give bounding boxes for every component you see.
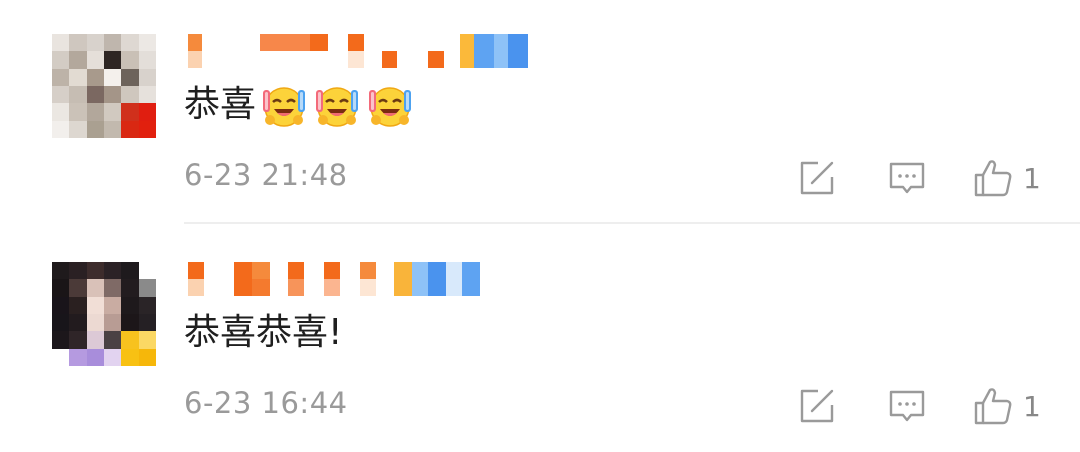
divider bbox=[184, 222, 1080, 224]
like-count: 1 bbox=[1023, 389, 1041, 423]
comment-item: 恭喜 6-23 21:48 1 bbox=[0, 0, 1080, 224]
share-icon bbox=[800, 389, 834, 423]
username-mosaic[interactable] bbox=[188, 262, 548, 298]
like-button[interactable]: 1 bbox=[973, 386, 1041, 426]
comment-icon bbox=[889, 390, 925, 422]
comment-timestamp: 6-23 16:44 bbox=[184, 386, 348, 420]
laugh-crying-emoji-icon bbox=[316, 87, 359, 127]
share-button[interactable] bbox=[798, 386, 836, 426]
avatar[interactable] bbox=[52, 262, 156, 366]
comment-text-label: 恭喜 bbox=[184, 84, 257, 125]
comment-icon bbox=[889, 162, 925, 194]
reply-button[interactable] bbox=[888, 158, 926, 198]
like-button[interactable]: 1 bbox=[973, 158, 1041, 198]
comment-text: 恭喜恭喜! bbox=[184, 308, 342, 358]
share-icon bbox=[800, 161, 834, 195]
thumbs-up-icon bbox=[974, 160, 1012, 197]
comment-text: 恭喜 bbox=[184, 80, 415, 130]
comment-timestamp: 6-23 21:48 bbox=[184, 158, 348, 192]
reply-button[interactable] bbox=[888, 386, 926, 426]
share-button[interactable] bbox=[798, 158, 836, 198]
laugh-crying-emoji-icon bbox=[263, 87, 306, 127]
laugh-crying-emoji-icon bbox=[369, 87, 412, 127]
avatar[interactable] bbox=[52, 34, 156, 138]
username-mosaic[interactable] bbox=[188, 34, 548, 70]
comment-text-label: 恭喜恭喜! bbox=[184, 312, 343, 353]
comment-item: 恭喜恭喜! 6-23 16:44 1 bbox=[0, 228, 1080, 452]
like-count: 1 bbox=[1023, 161, 1041, 195]
thumbs-up-icon bbox=[974, 388, 1012, 425]
